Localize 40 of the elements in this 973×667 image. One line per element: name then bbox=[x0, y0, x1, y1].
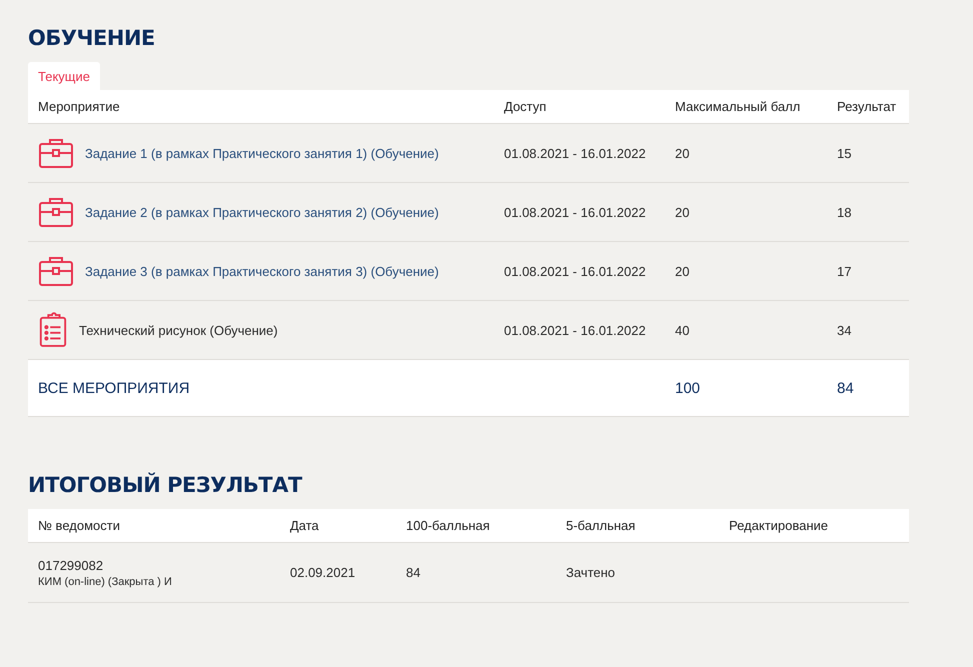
briefcase-icon bbox=[38, 137, 74, 169]
table-cell-text: 20 bbox=[674, 146, 690, 160]
column-header: 100-балльная bbox=[405, 518, 491, 533]
table-cell-text: 18 bbox=[836, 204, 852, 220]
table-cell-text: 40 bbox=[674, 322, 690, 338]
column-header: Мероприятие bbox=[37, 99, 121, 114]
table-cell-text: 34 bbox=[836, 322, 852, 338]
clipboard-list-icon bbox=[38, 312, 68, 348]
table-cell-text: 20 bbox=[674, 204, 690, 220]
total-cell-text: 100 bbox=[674, 380, 702, 396]
column-header: Редактирование bbox=[728, 518, 830, 533]
activity-link[interactable]: Задание 1 (в рамках Практического занятия 1) (Обучение) bbox=[85, 146, 439, 160]
table-cell-text: 17 bbox=[836, 264, 852, 278]
column-header: № ведомости bbox=[37, 518, 121, 533]
table-cell-text: 01.08.2021 - 16.01.2022 bbox=[503, 146, 647, 160]
table-cell-text: 01.08.2021 - 16.01.2022 bbox=[503, 264, 647, 278]
activity-link[interactable]: Задание 3 (в рамках Практического занятия 3) (Обучение) bbox=[85, 264, 439, 278]
column-header: Результат bbox=[836, 99, 898, 114]
table-cell-text: 01.08.2021 - 16.01.2022 bbox=[503, 204, 647, 220]
table-cell-text: 01.08.2021 - 16.01.2022 bbox=[503, 322, 647, 338]
total-cell-text: 84 bbox=[836, 380, 855, 396]
tab[interactable]: Текущие bbox=[28, 62, 100, 90]
cell-note: КИМ (on-line) (Закрыта ) И bbox=[38, 576, 173, 588]
column-header: Дата bbox=[289, 518, 320, 533]
table-cell-text: 84 bbox=[405, 565, 422, 580]
table-cell-text: Зачтено bbox=[565, 565, 616, 580]
activity-name: Технический рисунок (Обучение) bbox=[79, 322, 278, 338]
table-cell-text: 20 bbox=[674, 264, 690, 278]
table-cell-text: 017299082 bbox=[38, 558, 104, 572]
table-cell-text: 02.09.2021 bbox=[289, 565, 356, 580]
activity-link[interactable]: Задание 2 (в рамках Практического занятия 2) (Обучение) bbox=[85, 204, 439, 220]
section-title: ОБУЧЕНИЕ bbox=[28, 26, 156, 50]
section-title: ИТОГОВЫЙ РЕЗУЛЬТАТ bbox=[28, 473, 304, 497]
briefcase-icon bbox=[38, 255, 74, 287]
column-header: 5-балльная bbox=[565, 518, 636, 533]
briefcase-icon bbox=[38, 196, 74, 228]
table-cell-text: 15 bbox=[836, 146, 852, 160]
total-label: ВСЕ МЕРОПРИЯТИЯ bbox=[37, 380, 191, 396]
column-header: Доступ bbox=[503, 99, 548, 114]
column-header: Максимальный балл bbox=[674, 99, 802, 114]
